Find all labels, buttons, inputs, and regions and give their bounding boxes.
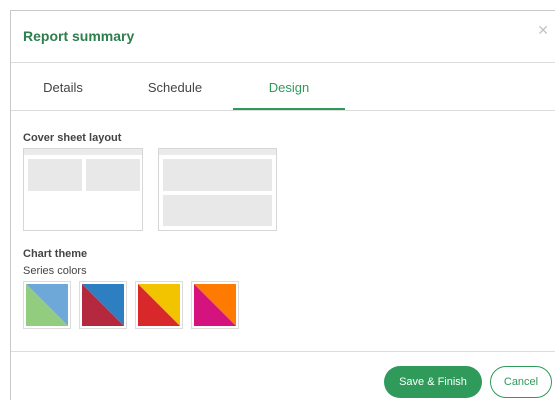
layout-option-two-column[interactable] [23,148,143,231]
close-icon[interactable]: ✕ [537,22,549,39]
chart-theme-label: Chart theme [23,248,88,260]
layout-block [163,159,272,191]
palette-swatch-blue-green[interactable] [23,281,71,329]
tab-design[interactable]: Design [233,63,345,110]
palette-2-graphic [138,284,180,326]
layout-header-bar [159,149,276,155]
layout-header-bar [24,149,142,155]
cancel-button[interactable]: Cancel [490,366,552,398]
report-summary-dialog: Report summary ✕ Details Schedule Design… [10,10,555,400]
footer-divider [11,351,555,352]
tab-schedule[interactable]: Schedule [119,63,231,110]
palette-swatch-blue-red[interactable] [79,281,127,329]
palette-0-graphic [26,284,68,326]
layout-block [86,159,140,191]
layout-block [28,159,82,191]
palette-1-graphic [82,284,124,326]
layout-option-two-row[interactable] [158,148,277,231]
save-and-finish-button[interactable]: Save & Finish [384,366,482,398]
dialog-header: Report summary ✕ [11,11,555,63]
tab-details[interactable]: Details [11,63,115,110]
cover-sheet-layout-label: Cover sheet layout [23,132,122,144]
series-colors-label: Series colors [23,265,87,277]
palette-3-graphic [194,284,236,326]
layout-block [163,195,272,226]
dialog-title: Report summary [23,28,135,44]
tab-bar: Details Schedule Design [11,63,555,111]
palette-swatch-yellow-red[interactable] [135,281,183,329]
palette-swatch-orange-magenta[interactable] [191,281,239,329]
